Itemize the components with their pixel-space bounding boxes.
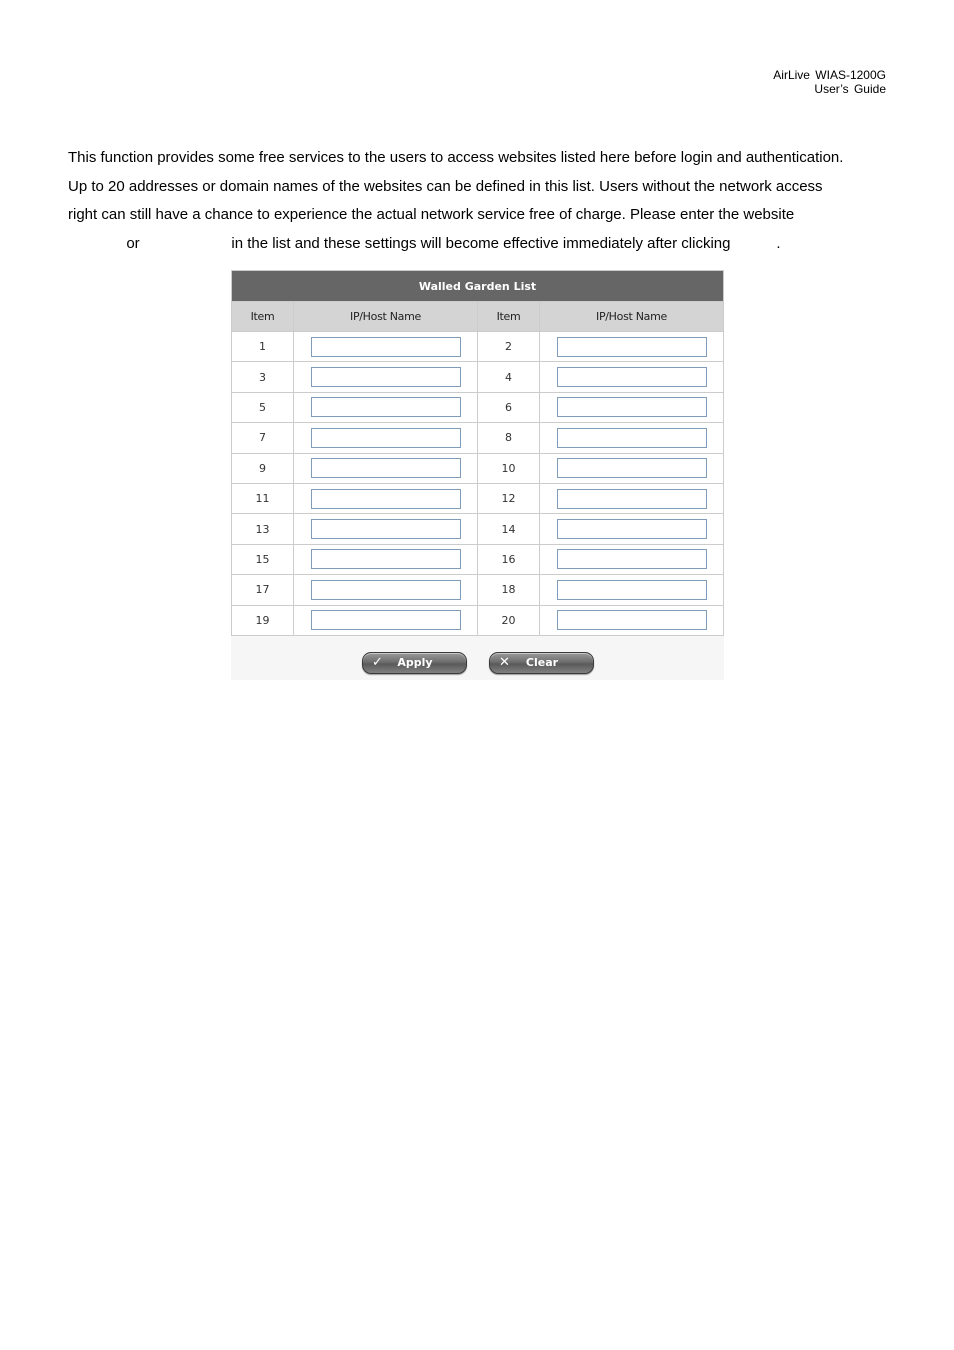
table-row: 34 [231, 361, 724, 393]
item-number: 15 [231, 543, 294, 576]
item-number: 18 [477, 574, 540, 606]
host-input[interactable] [310, 336, 461, 357]
item-number: 1 [231, 330, 294, 363]
item-number: 16 [477, 543, 540, 576]
column-header-host: IP/Host Name [539, 301, 724, 332]
walled-garden-table: Walled Garden List Item IP/Host Name Ite… [231, 270, 724, 636]
column-header-host: IP/Host Name [293, 301, 478, 332]
table-body: 1 2 3 4 5 6 7 8 9 10 11 12 13 14 15 16 17 18 19 20 [231, 330, 724, 636]
table-row: 13 14 [231, 513, 724, 545]
host-input[interactable] [310, 488, 461, 509]
host-cell [293, 391, 478, 424]
host-cell [539, 513, 724, 545]
item-number: 3 [231, 361, 294, 393]
host-cell [539, 604, 724, 636]
table-row: 17 18 [231, 574, 724, 606]
host-cell [539, 361, 724, 393]
host-input[interactable] [310, 579, 461, 600]
apply-button[interactable]: ✓ Apply [361, 651, 467, 674]
host-cell [293, 574, 478, 606]
column-header-item: Item [477, 301, 540, 332]
host-input[interactable] [556, 427, 707, 448]
host-input[interactable] [556, 397, 707, 418]
paragraph-line: right can still have a chance to experie… [68, 206, 795, 224]
description-paragraph: This function provides some free service… [68, 144, 898, 259]
host-input[interactable] [556, 336, 707, 357]
document-header: AirLive WIAS-1200G User’s Guide [773, 68, 886, 96]
table-row: 9 10 [231, 452, 724, 484]
host-input[interactable] [556, 519, 707, 540]
table-row: 56 [231, 391, 724, 424]
apply-button-label: Apply [397, 656, 433, 670]
item-number: 20 [477, 604, 540, 636]
host-input[interactable] [556, 610, 707, 631]
host-cell [539, 391, 724, 424]
host-input[interactable] [310, 549, 461, 570]
host-cell [293, 604, 478, 636]
table-row: 78 [231, 422, 724, 454]
host-input[interactable] [310, 397, 461, 418]
clear-button-label: Clear [525, 656, 559, 670]
item-number: 2 [477, 330, 540, 363]
checkmark-icon: ✓ [372, 655, 383, 671]
item-number: 5 [231, 391, 294, 424]
paragraph-line: or in the list and these settings will b… [68, 235, 781, 253]
item-number: 12 [477, 482, 540, 515]
item-number: 11 [231, 482, 294, 515]
product-name: AirLive WIAS-1200G [773, 68, 886, 82]
host-cell [293, 422, 478, 454]
host-input[interactable] [310, 367, 461, 388]
host-cell [539, 452, 724, 484]
host-cell [293, 513, 478, 545]
table-row: 15 16 [231, 543, 724, 576]
paragraph-line: Up to 20 addresses or domain names of th… [68, 177, 823, 195]
item-number: 9 [231, 452, 294, 484]
item-number: 13 [231, 513, 294, 545]
host-input[interactable] [556, 488, 707, 509]
host-cell [293, 543, 478, 576]
host-cell [539, 574, 724, 606]
host-cell [293, 361, 478, 393]
column-header-item: Item [231, 301, 294, 332]
table-row: 12 [231, 330, 724, 363]
item-number: 7 [231, 422, 294, 454]
item-number: 10 [477, 452, 540, 484]
host-cell [539, 422, 724, 454]
button-bar: ✓ Apply ✕ Clear [231, 635, 724, 680]
host-input[interactable] [556, 579, 707, 600]
item-number: 19 [231, 604, 294, 636]
table-row: 19 20 [231, 604, 724, 636]
x-icon: ✕ [499, 655, 510, 671]
table-row: 11 12 [231, 482, 724, 515]
host-cell [293, 482, 478, 515]
host-input[interactable] [310, 519, 461, 540]
guide-title: User’s Guide [814, 82, 886, 96]
item-number: 14 [477, 513, 540, 545]
paragraph-line: This function provides some free service… [68, 149, 844, 166]
table-title: Walled Garden List [231, 270, 724, 302]
host-input[interactable] [556, 458, 707, 479]
host-input[interactable] [310, 427, 461, 448]
host-cell [293, 452, 478, 484]
host-input[interactable] [556, 549, 707, 570]
item-number: 6 [477, 391, 540, 424]
host-cell [539, 482, 724, 515]
item-number: 17 [231, 574, 294, 606]
item-number: 4 [477, 361, 540, 393]
host-input[interactable] [310, 610, 461, 631]
walled-garden-panel: Walled Garden List Item IP/Host Name Ite… [231, 270, 724, 680]
host-cell [539, 330, 724, 363]
host-input[interactable] [556, 367, 707, 388]
host-input[interactable] [310, 458, 461, 479]
host-cell [539, 543, 724, 576]
item-number: 8 [477, 422, 540, 454]
clear-button[interactable]: ✕ Clear [488, 651, 594, 674]
host-cell [293, 330, 478, 363]
